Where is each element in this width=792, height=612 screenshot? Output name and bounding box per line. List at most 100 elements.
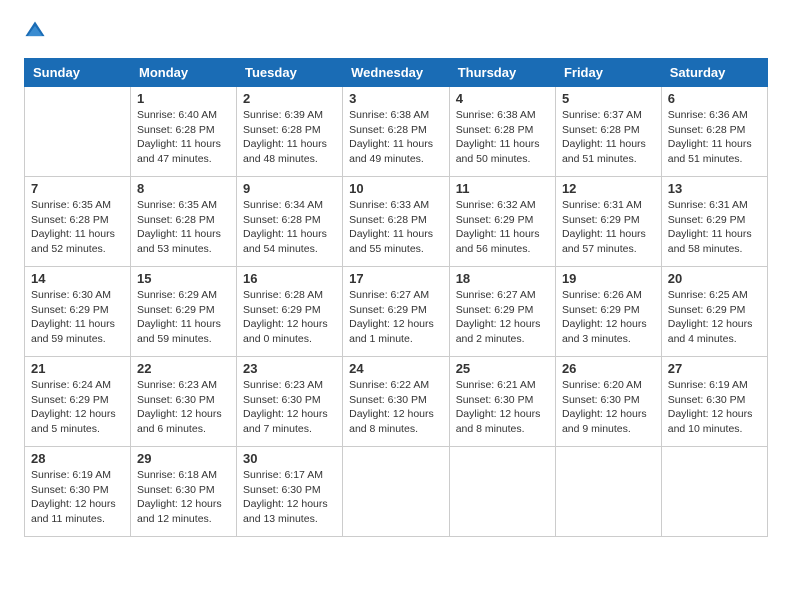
calendar-cell: 15 Sunrise: 6:29 AM Sunset: 6:29 PM Dayli… (130, 267, 236, 357)
calendar-cell: 6 Sunrise: 6:36 AM Sunset: 6:28 PM Daylig… (661, 87, 767, 177)
day-info: Sunrise: 6:26 AM Sunset: 6:29 PM Dayligh… (562, 288, 655, 347)
day-info: Sunrise: 6:35 AM Sunset: 6:28 PM Dayligh… (31, 198, 124, 257)
day-info: Sunrise: 6:22 AM Sunset: 6:30 PM Dayligh… (349, 378, 443, 437)
logo (24, 20, 50, 42)
day-info: Sunrise: 6:20 AM Sunset: 6:30 PM Dayligh… (562, 378, 655, 437)
day-info: Sunrise: 6:31 AM Sunset: 6:29 PM Dayligh… (562, 198, 655, 257)
calendar-cell: 22Sunrise: 6:23 AM Sunset: 6:30 PM Dayli… (130, 357, 236, 447)
day-info: Sunrise: 6:29 AM Sunset: 6:29 PM Dayligh… (137, 288, 230, 347)
calendar-cell: 26Sunrise: 6:20 AM Sunset: 6:30 PM Dayli… (555, 357, 661, 447)
day-info: Sunrise: 6:19 AM Sunset: 6:30 PM Dayligh… (668, 378, 761, 437)
calendar-cell: 13Sunrise: 6:31 AM Sunset: 6:29 PM Dayli… (661, 177, 767, 267)
calendar-cell (25, 87, 131, 177)
day-info: Sunrise: 6:39 AM Sunset: 6:28 PM Dayligh… (243, 108, 336, 167)
day-info: Sunrise: 6:23 AM Sunset: 6:30 PM Dayligh… (243, 378, 336, 437)
day-number: 10 (349, 181, 443, 196)
calendar-cell: 19 Sunrise: 6:26 AM Sunset: 6:29 PM Dayli… (555, 267, 661, 357)
calendar-cell (449, 447, 555, 537)
day-info: Sunrise: 6:38 AM Sunset: 6:28 PM Dayligh… (456, 108, 549, 167)
calendar-cell: 3 Sunrise: 6:38 AM Sunset: 6:28 PM Daylig… (343, 87, 450, 177)
calendar-cell: 7 Sunrise: 6:35 AM Sunset: 6:28 PM Daylig… (25, 177, 131, 267)
day-number: 6 (668, 91, 761, 106)
calendar-week-row: 7 Sunrise: 6:35 AM Sunset: 6:28 PM Daylig… (25, 177, 768, 267)
day-number: 9 (243, 181, 336, 196)
day-info: Sunrise: 6:24 AM Sunset: 6:29 PM Dayligh… (31, 378, 124, 437)
day-number: 12 (562, 181, 655, 196)
calendar-cell: 12 Sunrise: 6:31 AM Sunset: 6:29 PM Dayli… (555, 177, 661, 267)
calendar-cell: 8 Sunrise: 6:35 AM Sunset: 6:28 PM Daylig… (130, 177, 236, 267)
calendar-header-tuesday: Tuesday (237, 59, 343, 87)
calendar-cell (661, 447, 767, 537)
calendar-week-row: 21 Sunrise: 6:24 AM Sunset: 6:29 PM Dayli… (25, 357, 768, 447)
calendar-header-saturday: Saturday (661, 59, 767, 87)
day-info: Sunrise: 6:36 AM Sunset: 6:28 PM Dayligh… (668, 108, 761, 167)
calendar-cell: 29Sunrise: 6:18 AM Sunset: 6:30 PM Dayli… (130, 447, 236, 537)
calendar-cell (343, 447, 450, 537)
calendar-cell: 20 Sunrise: 6:25 AM Sunset: 6:29 PM Dayli… (661, 267, 767, 357)
day-number: 16 (243, 271, 336, 286)
calendar-week-row: 14 Sunrise: 6:30 AM Sunset: 6:29 PM Dayli… (25, 267, 768, 357)
day-number: 21 (31, 361, 124, 376)
calendar-week-row: 1Sunrise: 6:40 AM Sunset: 6:28 PM Daylig… (25, 87, 768, 177)
day-number: 22 (137, 361, 230, 376)
calendar-cell: 21 Sunrise: 6:24 AM Sunset: 6:29 PM Dayli… (25, 357, 131, 447)
day-info: Sunrise: 6:33 AM Sunset: 6:28 PM Dayligh… (349, 198, 443, 257)
day-info: Sunrise: 6:38 AM Sunset: 6:28 PM Dayligh… (349, 108, 443, 167)
day-info: Sunrise: 6:35 AM Sunset: 6:28 PM Dayligh… (137, 198, 230, 257)
calendar-cell: 27 Sunrise: 6:19 AM Sunset: 6:30 PM Dayli… (661, 357, 767, 447)
day-info: Sunrise: 6:27 AM Sunset: 6:29 PM Dayligh… (349, 288, 443, 347)
calendar-cell: 1Sunrise: 6:40 AM Sunset: 6:28 PM Daylig… (130, 87, 236, 177)
calendar-cell (555, 447, 661, 537)
day-info: Sunrise: 6:34 AM Sunset: 6:28 PM Dayligh… (243, 198, 336, 257)
calendar-header-friday: Friday (555, 59, 661, 87)
day-number: 15 (137, 271, 230, 286)
day-number: 5 (562, 91, 655, 106)
calendar-table: SundayMondayTuesdayWednesdayThursdayFrid… (24, 58, 768, 537)
day-number: 19 (562, 271, 655, 286)
day-number: 8 (137, 181, 230, 196)
day-number: 2 (243, 91, 336, 106)
calendar-cell: 30Sunrise: 6:17 AM Sunset: 6:30 PM Dayli… (237, 447, 343, 537)
calendar-cell: 24 Sunrise: 6:22 AM Sunset: 6:30 PM Dayli… (343, 357, 450, 447)
day-info: Sunrise: 6:19 AM Sunset: 6:30 PM Dayligh… (31, 468, 124, 527)
day-info: Sunrise: 6:30 AM Sunset: 6:29 PM Dayligh… (31, 288, 124, 347)
day-number: 17 (349, 271, 443, 286)
day-info: Sunrise: 6:37 AM Sunset: 6:28 PM Dayligh… (562, 108, 655, 167)
day-number: 14 (31, 271, 124, 286)
day-info: Sunrise: 6:21 AM Sunset: 6:30 PM Dayligh… (456, 378, 549, 437)
calendar-cell: 25 Sunrise: 6:21 AM Sunset: 6:30 PM Dayli… (449, 357, 555, 447)
calendar-cell: 4 Sunrise: 6:38 AM Sunset: 6:28 PM Daylig… (449, 87, 555, 177)
calendar-header-sunday: Sunday (25, 59, 131, 87)
day-number: 30 (243, 451, 336, 466)
calendar-week-row: 28 Sunrise: 6:19 AM Sunset: 6:30 PM Dayli… (25, 447, 768, 537)
day-info: Sunrise: 6:27 AM Sunset: 6:29 PM Dayligh… (456, 288, 549, 347)
day-number: 28 (31, 451, 124, 466)
calendar-cell: 11 Sunrise: 6:32 AM Sunset: 6:29 PM Dayli… (449, 177, 555, 267)
page-header (24, 20, 768, 42)
calendar-header-monday: Monday (130, 59, 236, 87)
day-number: 20 (668, 271, 761, 286)
day-number: 13 (668, 181, 761, 196)
calendar-cell: 14 Sunrise: 6:30 AM Sunset: 6:29 PM Dayli… (25, 267, 131, 357)
calendar-cell: 10 Sunrise: 6:33 AM Sunset: 6:28 PM Dayli… (343, 177, 450, 267)
calendar-cell: 28 Sunrise: 6:19 AM Sunset: 6:30 PM Dayli… (25, 447, 131, 537)
logo-icon (24, 20, 46, 42)
day-number: 24 (349, 361, 443, 376)
day-number: 29 (137, 451, 230, 466)
calendar-header-row: SundayMondayTuesdayWednesdayThursdayFrid… (25, 59, 768, 87)
day-number: 11 (456, 181, 549, 196)
day-number: 23 (243, 361, 336, 376)
day-number: 3 (349, 91, 443, 106)
calendar-cell: 16Sunrise: 6:28 AM Sunset: 6:29 PM Dayli… (237, 267, 343, 357)
calendar-cell: 2 Sunrise: 6:39 AM Sunset: 6:28 PM Daylig… (237, 87, 343, 177)
calendar-cell: 5 Sunrise: 6:37 AM Sunset: 6:28 PM Daylig… (555, 87, 661, 177)
day-number: 25 (456, 361, 549, 376)
day-info: Sunrise: 6:32 AM Sunset: 6:29 PM Dayligh… (456, 198, 549, 257)
day-number: 4 (456, 91, 549, 106)
calendar-cell: 9 Sunrise: 6:34 AM Sunset: 6:28 PM Daylig… (237, 177, 343, 267)
day-number: 18 (456, 271, 549, 286)
day-info: Sunrise: 6:25 AM Sunset: 6:29 PM Dayligh… (668, 288, 761, 347)
calendar-cell: 17 Sunrise: 6:27 AM Sunset: 6:29 PM Dayli… (343, 267, 450, 357)
day-number: 27 (668, 361, 761, 376)
day-number: 7 (31, 181, 124, 196)
